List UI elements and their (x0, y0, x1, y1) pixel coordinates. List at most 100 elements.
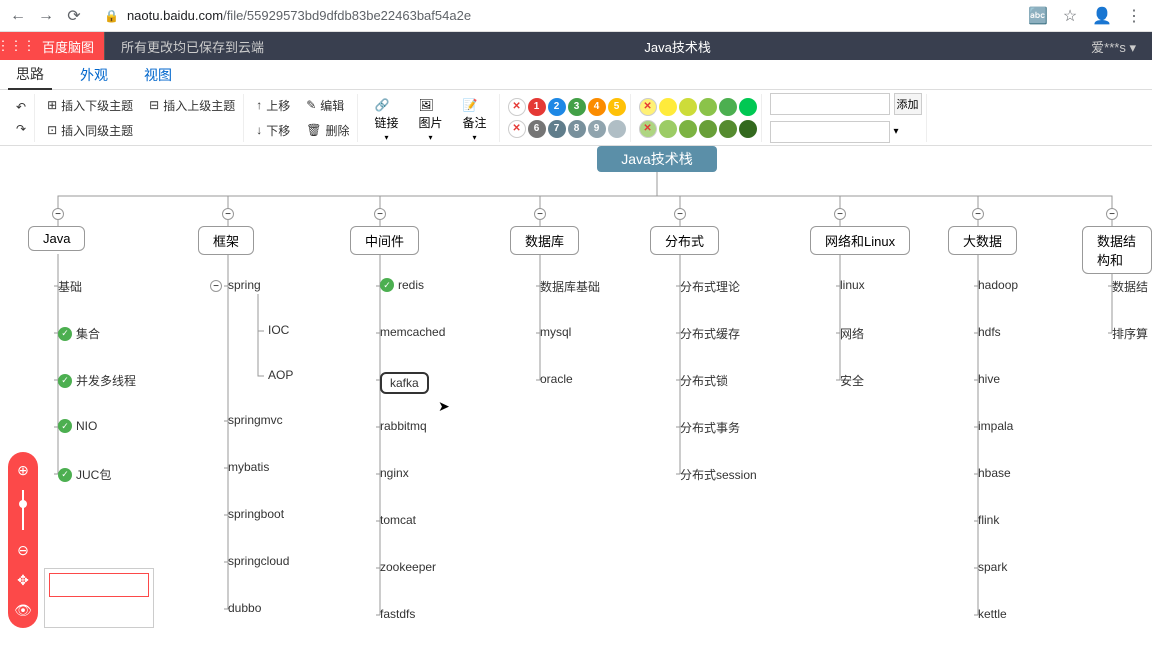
leaf-node[interactable]: 分布式锁 (680, 372, 728, 389)
color-swatch[interactable] (719, 98, 737, 116)
leaf-node[interactable]: kettle (978, 607, 1007, 621)
leaf-node[interactable]: impala (978, 419, 1013, 433)
insert-child-button[interactable]: ⊞插入下级主题 (43, 95, 137, 116)
leaf-node[interactable]: linux (840, 278, 865, 292)
add-tag-button[interactable]: 添加 (894, 93, 922, 115)
tab-waiguan[interactable]: 外观 (72, 61, 116, 89)
menu-icon[interactable]: ⋮ (1124, 6, 1144, 26)
color-swatch[interactable]: 3 (568, 98, 586, 116)
leaf-node[interactable]: 基础 (58, 278, 82, 295)
branch-node[interactable]: 中间件 (350, 226, 419, 255)
user-menu[interactable]: 爱***s ▾ (1075, 37, 1152, 56)
color-swatch[interactable]: 2 (548, 98, 566, 116)
leaf-node[interactable]: ✓并发多线程 (58, 372, 136, 389)
leaf-node[interactable]: spark (978, 560, 1007, 574)
collapse-icon[interactable]: − (972, 208, 984, 220)
collapse-icon[interactable]: − (1106, 208, 1118, 220)
leaf-node[interactable]: ✓NIO (58, 419, 97, 433)
collapse-icon[interactable]: − (374, 208, 386, 220)
color-swatch[interactable]: 9 (588, 120, 606, 138)
leaf-node[interactable]: tomcat (380, 513, 416, 527)
leaf-node[interactable]: ✓JUC包 (58, 466, 111, 483)
color-swatch[interactable] (608, 120, 626, 138)
leaf-node[interactable]: dubbo (228, 601, 261, 615)
leaf-node[interactable]: 网络 (840, 325, 864, 342)
zoom-out-button[interactable]: ⊖ (13, 540, 33, 560)
preview-button[interactable]: 👁 (13, 600, 33, 620)
leaf-node[interactable]: springcloud (228, 554, 289, 568)
color-swatch[interactable]: 8 (568, 120, 586, 138)
color-swatch[interactable]: ✕ (508, 98, 526, 116)
leaf-node[interactable]: springmvc (228, 413, 283, 427)
color-swatch[interactable] (719, 120, 737, 138)
app-grid-icon[interactable]: ⋮⋮⋮ (0, 32, 32, 60)
leaf-node[interactable]: hive (978, 372, 1000, 386)
move-up-button[interactable]: ↑上移 (252, 95, 294, 116)
branch-node[interactable]: 大数据 (948, 226, 1017, 255)
note-button[interactable]: 📝备注▾ (455, 94, 495, 142)
leaf-node[interactable]: hadoop (978, 278, 1018, 292)
image-button[interactable]: 🖼图片▾ (411, 94, 451, 142)
minimap[interactable] (44, 568, 154, 628)
redo-button[interactable]: ↷ (12, 120, 30, 138)
color-swatch[interactable]: 6 (528, 120, 546, 138)
mindmap-canvas[interactable]: Java技术栈 Java−基础✓集合✓并发多线程✓NIO✓JUC包框架−spri… (0, 146, 1152, 646)
color-swatch[interactable]: ✕ (639, 98, 657, 116)
leaf-node[interactable]: 排序算 (1112, 325, 1148, 342)
translate-icon[interactable]: 🔤 (1028, 6, 1048, 26)
color-swatch[interactable] (699, 120, 717, 138)
leaf-node[interactable]: memcached (380, 325, 445, 339)
leaf-node[interactable]: nginx (380, 466, 409, 480)
undo-button[interactable]: ↶ (12, 98, 30, 116)
branch-node[interactable]: 框架 (198, 226, 254, 255)
leaf-node[interactable]: springboot (228, 507, 284, 521)
color-swatch[interactable] (739, 98, 757, 116)
tab-shitu[interactable]: 视图 (136, 61, 180, 89)
zoom-in-button[interactable]: ⊕ (13, 460, 33, 480)
resource-input[interactable] (770, 121, 890, 143)
collapse-icon[interactable]: − (534, 208, 546, 220)
color-swatch[interactable] (699, 98, 717, 116)
tag-input[interactable] (770, 93, 890, 115)
move-down-button[interactable]: ↓下移 (252, 120, 294, 141)
color-swatch[interactable]: ✕ (639, 120, 657, 138)
leaf-node[interactable]: oracle (540, 372, 573, 386)
branch-node[interactable]: 数据库 (510, 226, 579, 255)
app-name[interactable]: 百度脑图 (32, 32, 104, 60)
leaf-node[interactable]: ✓集合 (58, 325, 100, 342)
leaf-node[interactable]: IOC (268, 323, 289, 337)
leaf-node[interactable]: 分布式事务 (680, 419, 740, 436)
color-swatch[interactable] (659, 120, 677, 138)
tab-silu[interactable]: 思路 (8, 60, 52, 90)
color-swatch[interactable]: ✕ (508, 120, 526, 138)
color-swatch[interactable]: 4 (588, 98, 606, 116)
color-swatch[interactable] (679, 120, 697, 138)
color-swatch[interactable]: 7 (548, 120, 566, 138)
color-swatch[interactable]: 5 (608, 98, 626, 116)
url-bar[interactable]: 🔒 naotu.baidu.com/file/55929573bd9dfdb83… (92, 6, 1020, 25)
collapse-icon[interactable]: − (210, 280, 222, 292)
leaf-node[interactable]: rabbitmq (380, 419, 427, 433)
profile-icon[interactable]: 👤 (1092, 6, 1112, 26)
branch-node[interactable]: Java (28, 226, 85, 251)
leaf-node[interactable]: 分布式session (680, 466, 757, 483)
leaf-node[interactable]: mybatis (228, 460, 269, 474)
delete-button[interactable]: 🗑删除 (302, 120, 353, 141)
leaf-node[interactable]: zookeeper (380, 560, 436, 574)
star-icon[interactable]: ☆ (1060, 6, 1080, 26)
leaf-node[interactable]: ✓redis (380, 278, 424, 292)
reload-icon[interactable]: ⟳ (64, 6, 84, 26)
leaf-node[interactable]: kafka (380, 372, 429, 394)
back-icon[interactable]: ← (8, 6, 28, 26)
color-swatch[interactable]: 1 (528, 98, 546, 116)
leaf-node[interactable]: 安全 (840, 372, 864, 389)
color-swatch[interactable] (739, 120, 757, 138)
leaf-node[interactable]: hdfs (978, 325, 1001, 339)
link-button[interactable]: 🔗链接▾ (366, 94, 406, 142)
color-swatch[interactable] (679, 98, 697, 116)
leaf-node[interactable]: 数据库基础 (540, 278, 600, 295)
forward-icon[interactable]: → (36, 6, 56, 26)
collapse-icon[interactable]: − (834, 208, 846, 220)
branch-node[interactable]: 分布式 (650, 226, 719, 255)
collapse-icon[interactable]: − (674, 208, 686, 220)
